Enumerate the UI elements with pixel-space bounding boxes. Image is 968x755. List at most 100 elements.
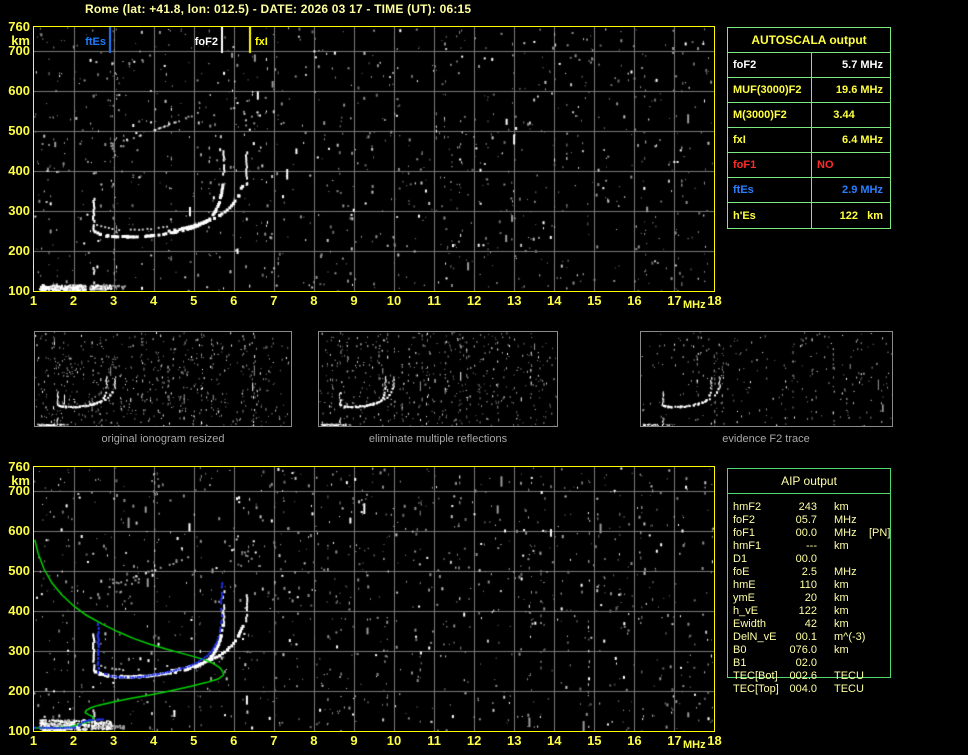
autoscala-param-value: 6.4 MHz [842, 134, 883, 146]
bottom-y-tick: 760 [8, 459, 30, 474]
top-y-axis-unit: km [11, 33, 30, 48]
thumbnail-caption-eliminate: eliminate multiple reflections [368, 433, 508, 445]
aip-unit: TECU [834, 683, 864, 695]
aip-row-b1: B1 02.0 [733, 657, 903, 670]
aip-unit: km [834, 592, 849, 604]
aip-row-d1: D1 00.0 [733, 553, 903, 566]
autoscala-param-value: 5.7 MHz [842, 59, 883, 71]
thumbnail-caption-original: original ionogram resized [101, 433, 225, 445]
bottom-x-tick: 8 [310, 733, 318, 748]
autoscala-row-ftes: ftEs 2.9 MHz [728, 178, 890, 203]
bottom-x-tick: 6 [230, 733, 238, 748]
top-ionogram-plot: ftEs foF2 fxI [33, 26, 715, 292]
top-x-tick: 1 [29, 293, 38, 308]
bottom-ionogram-plot [33, 466, 715, 732]
aip-unit: km [834, 540, 849, 552]
autoscala-row-fxi: fxI 6.4 MHz [728, 128, 890, 153]
bottom-x-tick: 13 [506, 733, 522, 748]
autoscala-param-label: foF2 [728, 53, 812, 77]
bottom-x-tick: 15 [587, 733, 602, 748]
autoscala-param-label: M(3000)F2 [728, 103, 812, 127]
bottom-y-tick: 400 [8, 603, 30, 618]
autoscala-output-panel: AUTOSCALA output foF2 5.7 MHz MUF(3000)F2 1… [727, 27, 891, 229]
bottom-x-tick: 3 [109, 733, 118, 748]
thumbnail-eliminate-reflections [318, 331, 558, 427]
aip-row-ewidth: Ewidth 42 km [733, 618, 903, 631]
autoscala-row-hes: h'Es 122 km [728, 203, 890, 228]
aip-value: 00.1 [795, 631, 817, 643]
aip-value: 002.6 [789, 670, 817, 682]
aip-label: hmF2 [733, 501, 762, 513]
aip-unit: TECU [834, 670, 864, 682]
aip-unit: km [834, 579, 849, 591]
top-y-tick: 600 [8, 83, 30, 98]
aip-row-foe: foE 2.5 MHz [733, 566, 903, 579]
bottom-y-tick: 600 [8, 523, 30, 538]
aip-label: hmF1 [733, 540, 762, 552]
aip-label: ymE [733, 592, 755, 604]
aip-label: h_vE [733, 605, 759, 617]
top-x-tick: 4 [150, 293, 158, 308]
top-x-tick: 9 [350, 293, 358, 308]
autoscala-row-muf3000f2: MUF(3000)F2 19.6 MHz [728, 78, 890, 103]
top-x-tick: 2 [69, 293, 78, 308]
aip-label: foE [733, 566, 750, 578]
aip-unit: km [834, 605, 849, 617]
top-x-tick: 10 [386, 293, 402, 308]
aip-value: 00.0 [795, 527, 817, 539]
aip-value: 004.0 [789, 683, 817, 695]
aip-unit: m^(-3) [834, 631, 866, 643]
aip-label: D1 [733, 553, 748, 565]
aip-row-tectop: TEC[Top] 004.0 TECU [733, 683, 903, 696]
thumbnail-eliminate-canvas [319, 332, 557, 426]
aip-value: 2.5 [801, 566, 817, 578]
top-x-tick: 6 [230, 293, 238, 308]
aip-row-hve: h_vE 122 km [733, 605, 903, 618]
bottom-x-tick: 10 [386, 733, 402, 748]
bottom-x-tick: 2 [69, 733, 78, 748]
top-y-tick: 300 [8, 203, 30, 218]
aip-unit: km [834, 501, 849, 513]
marker-label-fof2: foF2 [194, 36, 218, 48]
aip-panel-title: AIP output [728, 469, 890, 494]
bottom-x-tick: 14 [547, 733, 562, 748]
bottom-y-tick: 200 [8, 683, 30, 698]
autoscala-param-label: MUF(3000)F2 [728, 78, 812, 102]
aip-extra: [PN] [869, 527, 891, 539]
aip-row-b0: B0 076.0 km [733, 644, 903, 657]
aip-label: TEC[Bot] [733, 670, 778, 682]
aip-value: 110 [799, 579, 817, 591]
aip-label: Ewidth [733, 618, 767, 630]
bottom-y-tick: 500 [8, 563, 30, 578]
bottom-x-tick: 12 [466, 733, 482, 748]
aip-row-hmf1: hmF1 --- km [733, 540, 903, 553]
aip-unit: MHz [834, 566, 857, 578]
autoscala-param-value: 2.9 MHz [842, 184, 883, 196]
autoscala-param-value: 122 km [839, 209, 883, 222]
aip-unit: MHz [834, 527, 857, 539]
aip-value: 243 [798, 501, 817, 513]
aip-row-tecbot: TEC[Bot] 002.6 TECU [733, 670, 903, 683]
top-x-tick: 5 [190, 293, 198, 308]
aip-label: DelN_vE [733, 631, 777, 643]
thumbnail-evidence-f2 [640, 331, 893, 427]
aip-value: 122 [798, 605, 817, 617]
top-x-tick: 12 [466, 293, 482, 308]
bottom-x-tick: 16 [627, 733, 642, 748]
aip-label: foF1 [733, 527, 756, 539]
top-y-tick: 200 [8, 243, 30, 258]
top-x-tick: 15 [587, 293, 602, 308]
autoscala-row-fof2: foF2 5.7 MHz [728, 53, 890, 78]
aip-value: --- [806, 540, 817, 552]
aip-value: 00.0 [795, 553, 817, 565]
bottom-y-axis-unit: km [11, 473, 30, 488]
top-y-tick: 760 [8, 19, 30, 34]
aip-rows: hmF2 243 km foF2 05.7 MHz foF1 00.0 MHz [PN] hmF1 -… [733, 501, 903, 696]
top-y-tick: 500 [8, 123, 30, 138]
aip-unit: MHz [834, 514, 857, 526]
top-x-axis-unit: MHz [683, 299, 706, 311]
bottom-x-axis-unit: MHz [683, 739, 706, 751]
autoscala-param-label: h'Es [728, 203, 812, 228]
aip-value: 076.0 [789, 644, 817, 656]
bottom-y-tick: 300 [8, 643, 30, 658]
